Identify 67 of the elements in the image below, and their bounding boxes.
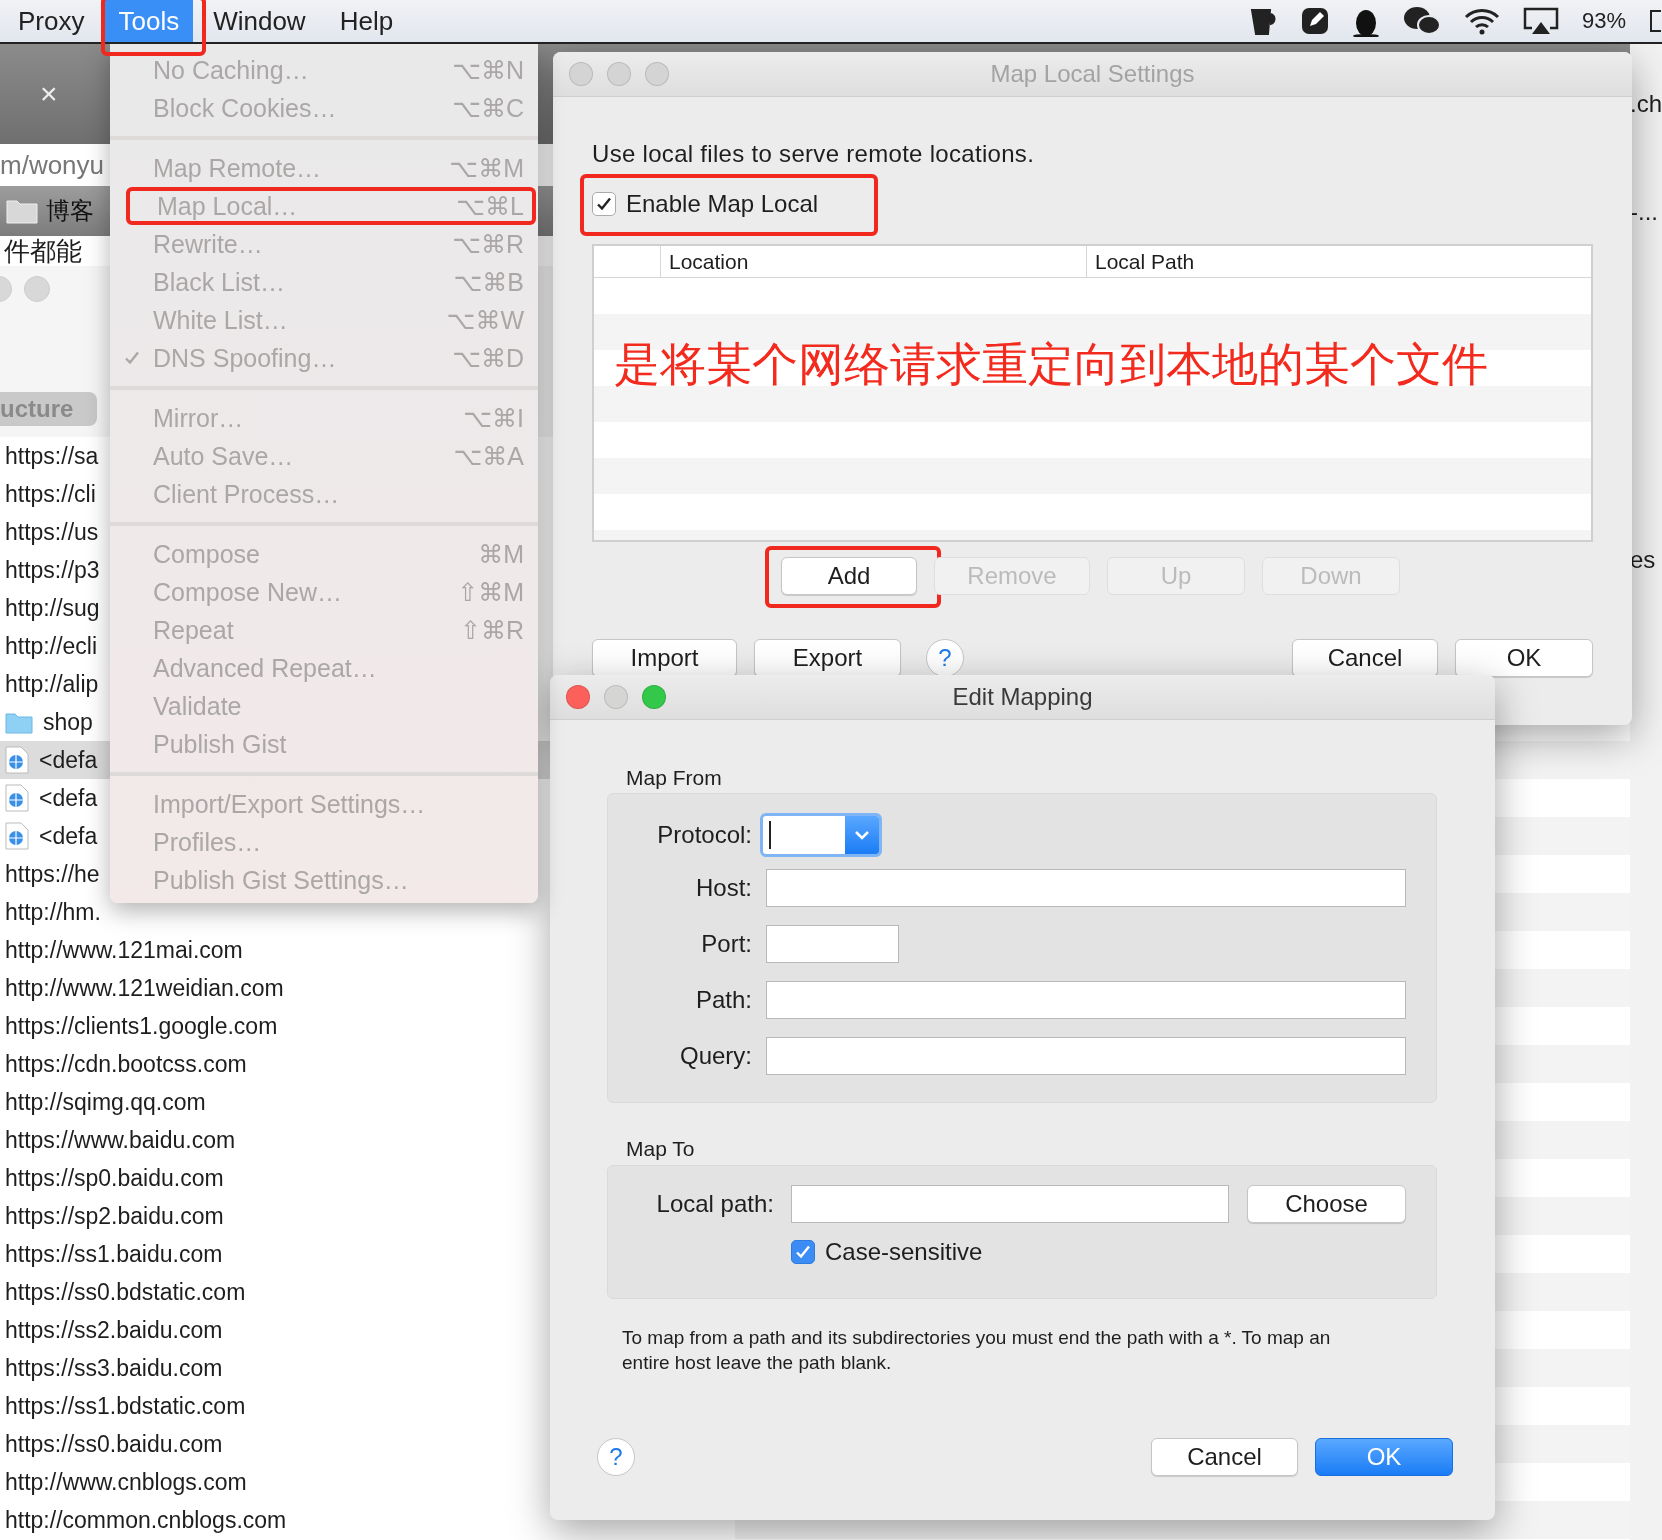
shortcut-text: ⌥⌘A [453,441,524,471]
row-text: http://sqimg.qq.com [5,1088,206,1116]
group-title: Map From [626,766,723,790]
row-text: https://sp0.baidu.com [5,1164,224,1192]
menu-item-label: Auto Save… [153,441,295,471]
menu-item-label: Compose [153,539,261,569]
cut-text: es [1630,546,1657,574]
cut-text: .ch [1630,90,1662,118]
menu-item-label: Validate [153,691,243,721]
row-text: http://www.cnblogs.com [5,1468,247,1496]
page-text: 件都能 [4,236,82,266]
checkbox-label: Enable Map Local [626,190,819,218]
menu-item-label: Import/Export Settings… [153,789,427,819]
field-label: Query: [678,1042,753,1070]
row-text: shop [43,708,93,736]
menu-item-label: White List… [153,305,289,335]
battery-percentage: 93% [1581,8,1626,34]
shortcut-text: ⌥⌘M [449,153,524,183]
group-title: Map To [626,1137,696,1161]
row-text: <defa [39,746,98,774]
menu-item-label: Rewrite… [153,229,264,259]
menu-item-label: Black List… [153,267,286,297]
menu-item-label: Profiles… [153,827,263,857]
field-label: Local path: [655,1190,775,1218]
row-text: https://us [5,518,99,546]
shortcut-text: ⇧⌘R [460,615,524,645]
window-title: Map Local Settings [989,60,1196,88]
menu-item-label: Map Remote… [153,153,323,183]
menu-item-label: Publish Gist [153,729,288,759]
menu-item-label: Mirror… [153,403,245,433]
row-text: https://ss1.bdstatic.com [5,1392,246,1420]
menu-item-label: DNS Spoofing… [153,343,338,373]
shortcut-text: ⇧⌘M [457,577,524,607]
shortcut-text: ⌥⌘C [452,93,524,123]
row-text: <defa [39,822,98,850]
row-text: https://ss1.baidu.com [5,1240,223,1268]
window-title: Edit Mapping [951,683,1094,711]
address-text: m/wonyu [0,149,105,181]
row-text: http://hm. [5,898,101,926]
shortcut-text: ⌘M [478,539,524,569]
row-text: http://common.cnblogs.com [5,1506,287,1534]
field-label: Path: [694,986,753,1014]
shortcut-text: ⌥⌘W [446,305,524,335]
menu-item-label: Compose New… [153,577,343,607]
description-text: Use local files to serve remote locations. [592,140,1036,168]
annotation-text: 是将某个网络请求重定向到本地的某个文件 [614,338,1488,390]
menu-item-label: Publish Gist Settings… [153,865,410,895]
menu-item-label: Advanced Repeat… [153,653,378,683]
shortcut-text: ⌥⌘I [463,403,524,433]
row-text: https://ss0.bdstatic.com [5,1278,246,1306]
menu-item-label: Client Process… [153,479,341,509]
menu-item-label: Map Local… [157,191,299,221]
field-label: Host: [695,874,753,902]
row-text: https://clients1.google.com [5,1012,278,1040]
row-text: <defa [39,784,98,812]
field-label: Port: [700,930,753,958]
shortcut-text: ⌥⌘D [452,343,524,373]
shortcut-text: ⌥⌘R [452,229,524,259]
field-label: Protocol: [656,821,753,849]
shortcut-text: ⌥⌘L [456,191,524,221]
hint-text: To map from a path and its subdirectories you must end the path with a *. To map an entire host leave the path blank. [622,1326,1332,1375]
checkbox-label: Case-sensitive [825,1238,983,1266]
menu-item-label: Block Cookies… [153,93,338,123]
shortcut-text: ⌥⌘B [453,267,524,297]
menu-item-label: No Caching… [153,55,310,85]
menu-item-label: Repeat [153,615,235,645]
shortcut-text: ⌥⌘N [452,55,524,85]
